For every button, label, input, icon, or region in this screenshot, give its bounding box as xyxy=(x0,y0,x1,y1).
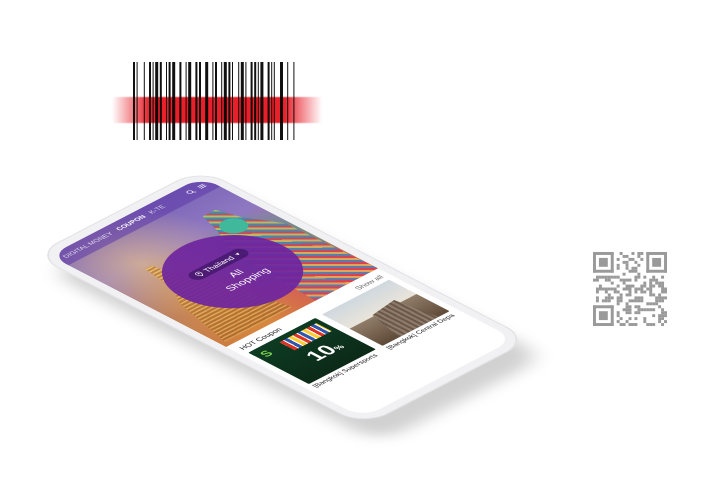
supersports-logo-icon: S xyxy=(257,346,281,359)
tab-coupon[interactable]: COUPON xyxy=(114,214,148,231)
caret-down-icon: ▼ xyxy=(233,251,243,256)
hamburger-menu-icon[interactable] xyxy=(195,183,208,190)
tab-k-te[interactable]: K-TE xyxy=(147,204,168,215)
header-icons xyxy=(184,183,208,196)
tab-digital-money[interactable]: DIGITAL MONEY xyxy=(61,231,115,259)
qr-code-graphic xyxy=(593,252,667,326)
hero-banner: DIGITAL MONEY COUPON K-TE Thailand ▼ All… xyxy=(50,177,378,347)
header-tabs: DIGITAL MONEY COUPON K-TE xyxy=(61,192,191,259)
barcode-scan-line xyxy=(112,97,322,123)
phone-screen: DIGITAL MONEY COUPON K-TE Thailand ▼ All… xyxy=(50,177,515,418)
location-pin-icon xyxy=(193,271,206,278)
